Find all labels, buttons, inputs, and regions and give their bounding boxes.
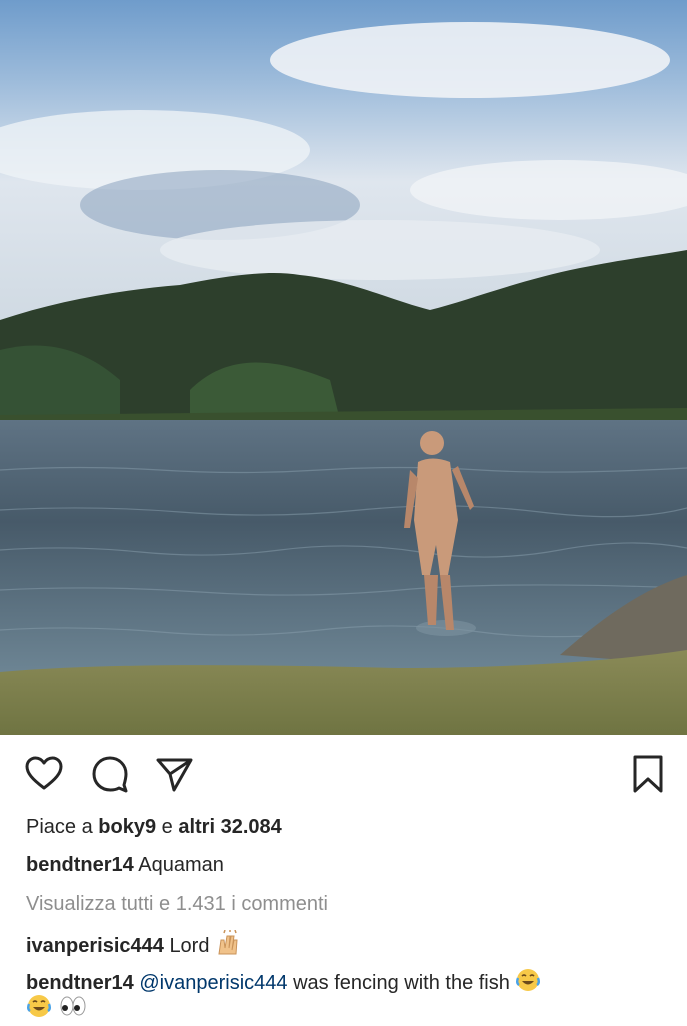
tears-of-joy-emoji-icon [26, 993, 52, 1026]
likes-prefix: Piace a [26, 816, 93, 838]
comment-button[interactable] [90, 754, 130, 794]
heart-icon [25, 756, 63, 790]
caption: bendtner14 Aquaman [26, 852, 667, 878]
likes-line[interactable]: Piace a boky9 e altri 32.084 [26, 814, 667, 840]
view-all-comments-link[interactable]: Visualizza tutti e 1.431 i commenti [26, 891, 667, 917]
likes-user-link[interactable]: boky9 [98, 816, 156, 838]
likes-others-link[interactable]: altri 32.084 [178, 816, 281, 838]
raising-hands-emoji-icon [215, 929, 245, 963]
comment-username[interactable]: bendtner14 [26, 972, 134, 994]
comment-username[interactable]: ivanperisic444 [26, 935, 164, 957]
comment-mention-link[interactable]: @ivanperisic444 [139, 972, 287, 994]
post-photo[interactable] [0, 0, 687, 735]
comment-text: Lord [169, 934, 210, 957]
comment-item: ivanperisic444 Lord [26, 929, 667, 963]
like-button[interactable] [24, 754, 64, 794]
bookmark-icon [633, 755, 663, 793]
share-button[interactable] [154, 754, 194, 794]
caption-text: Aquaman [138, 854, 224, 876]
likes-connector: e [161, 816, 173, 838]
lake-landscape-image [0, 0, 687, 735]
caption-username[interactable]: bendtner14 [26, 854, 134, 876]
paper-plane-icon [156, 758, 193, 792]
eyes-emoji-icon [58, 993, 88, 1026]
comment-continuation [26, 993, 667, 1026]
comment-text: was fencing with the fish [293, 971, 510, 994]
comment-bubble-icon [92, 756, 128, 793]
save-button[interactable] [628, 754, 668, 794]
